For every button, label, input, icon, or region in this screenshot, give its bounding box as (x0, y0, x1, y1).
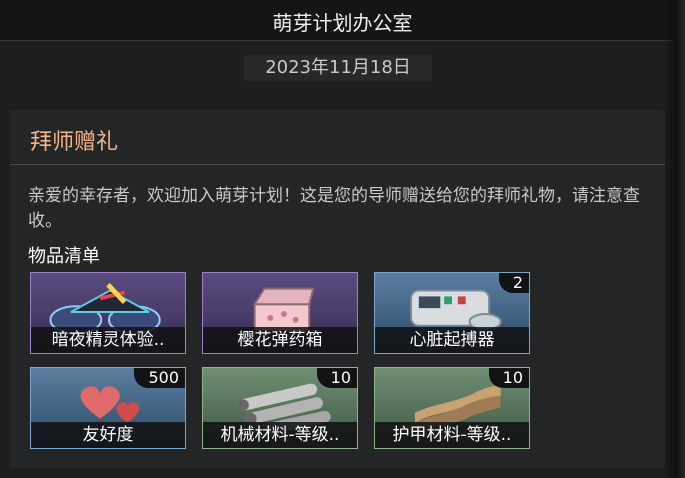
item-name: 护甲材料-等级.. (375, 422, 529, 448)
decorative-edge (663, 0, 685, 478)
item-count: 500 (134, 368, 185, 388)
divider (10, 164, 665, 165)
item-list-title: 物品清单 (28, 246, 100, 267)
gift-panel: 拜师赠礼 亲爱的幸存者，欢迎加入萌芽计划！这是您的导师赠送给您的拜师礼物，请注意… (10, 110, 665, 468)
item-count: 10 (488, 368, 529, 388)
item-name: 机械材料-等级.. (203, 422, 357, 448)
panel-title: 拜师赠礼 (30, 130, 119, 155)
item-slot-1[interactable]: 暗夜精灵体验.. (30, 272, 186, 354)
message-text: 亲爱的幸存者，欢迎加入萌芽计划！这是您的导师赠送给您的拜师礼物，请注意查收。 (28, 186, 640, 231)
title-bar: 萌芽计划办公室 (0, 0, 685, 41)
window-title: 萌芽计划办公室 (272, 11, 413, 35)
item-slot-5[interactable]: 10 机械材料-等级.. (202, 367, 358, 449)
item-name: 樱花弹药箱 (203, 327, 357, 353)
item-name: 暗夜精灵体验.. (31, 327, 185, 353)
item-slot-3[interactable]: 2 心脏起搏器 (374, 272, 530, 354)
item-name: 心脏起搏器 (375, 327, 529, 353)
item-slot-2[interactable]: 樱花弹药箱 (202, 272, 358, 354)
item-name: 友好度 (31, 422, 185, 448)
item-slot-6[interactable]: 10 护甲材料-等级.. (374, 367, 530, 449)
item-slot-4[interactable]: 500 友好度 (30, 367, 186, 449)
date-label: 2023年11月18日 (244, 55, 432, 81)
item-count: 10 (316, 368, 357, 388)
